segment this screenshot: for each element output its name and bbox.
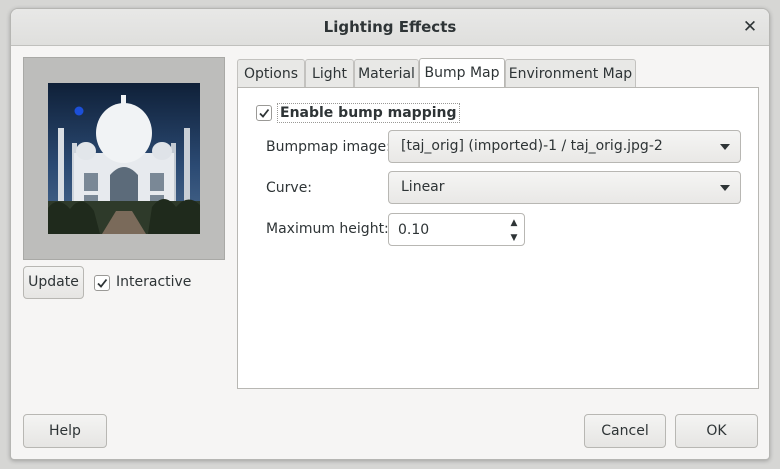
help-button[interactable]: Help (23, 414, 107, 448)
bumpmap-image-label: Bumpmap image: (266, 139, 391, 155)
tab-environment-map[interactable]: Environment Map (505, 59, 636, 88)
enable-bump-mapping-checkbox[interactable] (256, 105, 272, 121)
tab-material[interactable]: Material (354, 59, 419, 88)
interactive-label[interactable]: Interactive (116, 274, 191, 290)
chevron-down-icon (720, 144, 730, 150)
curve-value: Linear (401, 179, 445, 195)
tab-material-label: Material (358, 66, 415, 82)
tab-light-label: Light (312, 66, 347, 82)
tab-bump-map-label: Bump Map (424, 65, 500, 81)
chevron-down-icon (720, 185, 730, 191)
taj-mahal-preview-graphic (48, 83, 200, 234)
cancel-button-label: Cancel (601, 423, 649, 439)
check-icon (259, 108, 270, 118)
ok-button-label: OK (706, 423, 727, 439)
tab-options-label: Options (243, 66, 299, 82)
interactive-checkbox[interactable] (94, 275, 110, 291)
check-icon (97, 278, 108, 288)
tab-light[interactable]: Light (305, 59, 354, 88)
curve-label: Curve: (266, 180, 313, 196)
maximum-height-label: Maximum height: (266, 221, 389, 237)
maximum-height-spinbutton[interactable]: ▲ ▼ (388, 213, 525, 246)
cancel-button[interactable]: Cancel (584, 414, 666, 448)
tab-environment-map-label: Environment Map (508, 66, 633, 82)
preview-image[interactable] (48, 83, 200, 234)
spin-up-icon[interactable]: ▲ (505, 216, 523, 230)
enable-bump-mapping-label[interactable]: Enable bump mapping (277, 103, 460, 123)
help-button-label: Help (49, 423, 81, 439)
window-title: Lighting Effects (323, 18, 457, 36)
update-button[interactable]: Update (23, 266, 84, 299)
close-icon[interactable]: ✕ (739, 16, 761, 38)
curve-dropdown[interactable]: Linear (388, 171, 741, 204)
lighting-effects-dialog: Lighting Effects ✕ Update Interactive Op… (10, 8, 770, 460)
tab-bump-map[interactable]: Bump Map (419, 58, 505, 88)
title-bar[interactable]: Lighting Effects ✕ (11, 9, 769, 46)
tab-options[interactable]: Options (237, 59, 305, 88)
bumpmap-image-dropdown[interactable]: [taj_orig] (imported)-1 / taj_orig.jpg-2 (388, 130, 741, 163)
preview-area (23, 57, 225, 260)
ok-button[interactable]: OK (675, 414, 758, 448)
bumpmap-image-value: [taj_orig] (imported)-1 / taj_orig.jpg-2 (401, 138, 663, 154)
update-button-label: Update (28, 274, 79, 290)
spin-down-icon[interactable]: ▼ (505, 231, 523, 245)
maximum-height-input[interactable] (390, 215, 500, 244)
